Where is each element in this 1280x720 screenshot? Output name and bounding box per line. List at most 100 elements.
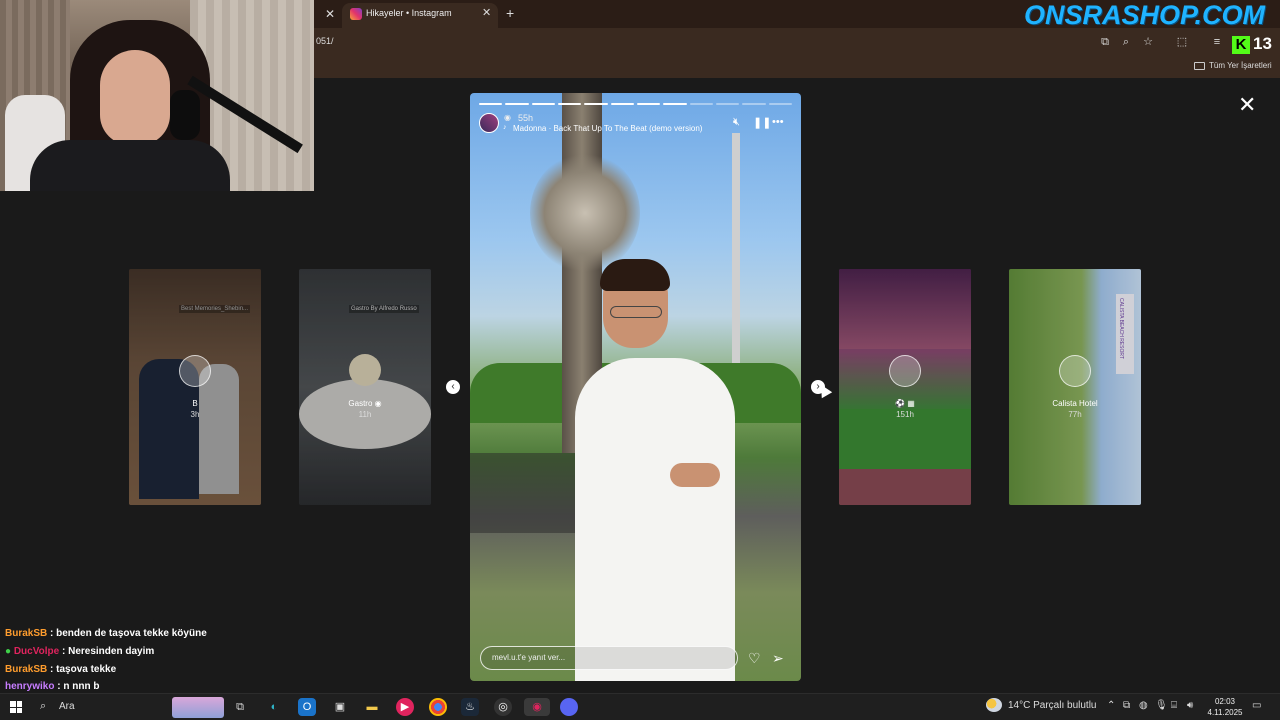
chrome-active-icon[interactable]: ◉ <box>524 698 550 716</box>
music-icon: ♪ <box>503 124 507 131</box>
side-story-card[interactable]: CALISTA BEACH RESORT Calista Hotel 77h <box>1009 269 1141 505</box>
story-avatar <box>179 355 211 387</box>
search-icon[interactable]: ⌕ <box>40 700 46 713</box>
previous-story-chevron-icon[interactable]: ‹ <box>446 380 460 394</box>
microphone <box>170 90 200 140</box>
tray-app-icon[interactable]: ⧉ <box>1123 700 1130 711</box>
progress-segment <box>479 103 503 105</box>
story-dim-overlay <box>1009 269 1141 505</box>
reply-placeholder[interactable]: mevl.u.t'e yanıt ver... <box>492 653 565 662</box>
story-time: 3h <box>190 410 200 419</box>
side-story-card[interactable]: ⚽ ▦ 151h <box>839 269 971 505</box>
verified-badge-icon: ● <box>5 646 12 657</box>
kick-logo-icon: K <box>1232 36 1250 54</box>
tray-chevron-icon[interactable]: ⌃ <box>1107 700 1115 711</box>
taskbar-search-label[interactable]: Ara <box>59 701 75 712</box>
reading-list-icon[interactable]: ≡ <box>1210 35 1224 49</box>
side-story-card[interactable]: Gastro By Alfredo Russo Gastro ◉ 11h <box>299 269 431 505</box>
address-bar[interactable] <box>314 28 1280 56</box>
story-avatar <box>889 355 921 387</box>
weather-icon[interactable] <box>986 698 1002 712</box>
person-hair <box>600 259 670 291</box>
user-icon: ◉ <box>504 113 511 122</box>
url-text[interactable]: 051/ <box>316 36 334 46</box>
streamer-face <box>100 50 170 145</box>
story-dim-overlay <box>299 269 431 505</box>
folder-icon[interactable] <box>1194 62 1205 70</box>
story-progress-bar <box>479 103 792 105</box>
search-highlight-image[interactable] <box>172 697 224 718</box>
chat-text: benden de taşova tekke köyüne <box>56 628 207 639</box>
volume-icon[interactable]: 🔊︎ <box>1187 700 1193 711</box>
microphone-icon[interactable]: 🎙︎ <box>1155 700 1168 711</box>
light-pole <box>732 133 740 373</box>
clock-time: 02:03 <box>1214 697 1236 706</box>
story-time: 77h <box>1068 410 1082 419</box>
windows-start-icon[interactable] <box>10 701 22 713</box>
obs-icon[interactable]: ◎ <box>494 698 512 716</box>
chat-separator: : <box>47 664 57 675</box>
progress-segment <box>663 103 687 105</box>
pause-icon[interactable]: ❚❚ <box>753 116 771 129</box>
story-time: 11h <box>358 410 372 419</box>
zoom-icon[interactable]: ⌕ <box>1119 35 1133 49</box>
shop-logo: ONSRASHOP.COM <box>1024 0 1266 30</box>
story-time: 151h <box>896 410 914 419</box>
story-owner-avatar[interactable] <box>479 113 499 133</box>
chef-uniform <box>575 358 735 681</box>
story-username: Calista Hotel <box>1052 399 1098 408</box>
instagram-favicon-icon <box>350 8 362 20</box>
story-time: 55h <box>518 113 534 123</box>
mute-icon[interactable]: 🔇︎ <box>733 116 740 129</box>
tab-close-icon[interactable]: ✕ <box>482 6 491 19</box>
tab-title: Hikayeler • Instagram <box>366 8 452 18</box>
previous-tab-close-icon[interactable]: ✕ <box>322 6 338 22</box>
progress-segment <box>610 103 634 105</box>
extensions-icon[interactable]: ⬚ <box>1175 35 1189 49</box>
story-avatar <box>1059 355 1091 387</box>
steam-icon[interactable]: ♨ <box>461 698 479 716</box>
file-explorer-icon[interactable]: ▬ <box>363 698 381 716</box>
chat-message: BurakSB : taşova tekke <box>5 664 116 675</box>
chat-separator: : <box>59 646 69 657</box>
chat-username[interactable]: BurakSB <box>5 664 47 675</box>
chat-username[interactable]: henrywiko <box>5 681 54 692</box>
network-icon[interactable]: ⌸ <box>1171 700 1177 711</box>
install-app-icon[interactable]: ⧉ <box>1098 35 1112 49</box>
tray-recording-icon[interactable]: ◍ <box>1139 700 1148 711</box>
chat-username[interactable]: DucVolpe <box>14 646 59 657</box>
story-dim-overlay <box>839 269 971 505</box>
chat-separator: : <box>47 628 57 639</box>
store-icon[interactable]: ▣ <box>331 698 349 716</box>
discord-icon[interactable] <box>560 698 578 716</box>
send-icon[interactable]: ➢ <box>772 650 784 667</box>
chat-text: n nnn b <box>63 681 100 692</box>
like-heart-icon[interactable]: ♡ <box>748 650 761 667</box>
chrome-icon[interactable] <box>429 698 447 716</box>
kick-number: 13 <box>1253 34 1272 53</box>
story-username: Gastro ◉ <box>348 399 382 408</box>
more-options-icon[interactable]: ••• <box>772 116 784 128</box>
outlook-icon[interactable]: O <box>298 698 316 716</box>
music-title[interactable]: Madonna · Back That Up To The Beat (demo… <box>513 124 702 133</box>
palm-crown <box>530 153 640 273</box>
webcam-feed <box>0 0 314 191</box>
weather-text[interactable]: 14°C Parçalı bulutlu <box>1008 700 1097 711</box>
chat-message: BurakSB : benden de taşova tekke köyüne <box>5 628 207 639</box>
chat-username[interactable]: BurakSB <box>5 628 47 639</box>
chat-message: ● DucVolpe : Neresinden dayim <box>5 646 154 657</box>
new-tab-icon[interactable]: + <box>506 5 514 21</box>
active-story[interactable] <box>470 93 801 681</box>
progress-segment <box>584 103 608 105</box>
bookmark-star-icon[interactable]: ☆ <box>1141 35 1155 49</box>
chat-text: taşova tekke <box>56 664 117 675</box>
system-clock[interactable]: 02:03 4.11.2025 <box>1206 696 1244 718</box>
media-player-icon[interactable]: ▶ <box>396 698 414 716</box>
story-dim-overlay <box>129 269 261 505</box>
side-story-card[interactable]: Best Memories_Shebin... B 3h <box>129 269 261 505</box>
all-bookmarks-label[interactable]: Tüm Yer İşaretleri <box>1209 61 1272 70</box>
notification-icon[interactable]: ▭ <box>1252 700 1261 711</box>
edge-browser-icon[interactable]: ◐ <box>265 698 283 716</box>
task-view-icon[interactable]: ⧉ <box>231 698 249 716</box>
close-story-icon[interactable]: ✕ <box>1238 92 1256 118</box>
